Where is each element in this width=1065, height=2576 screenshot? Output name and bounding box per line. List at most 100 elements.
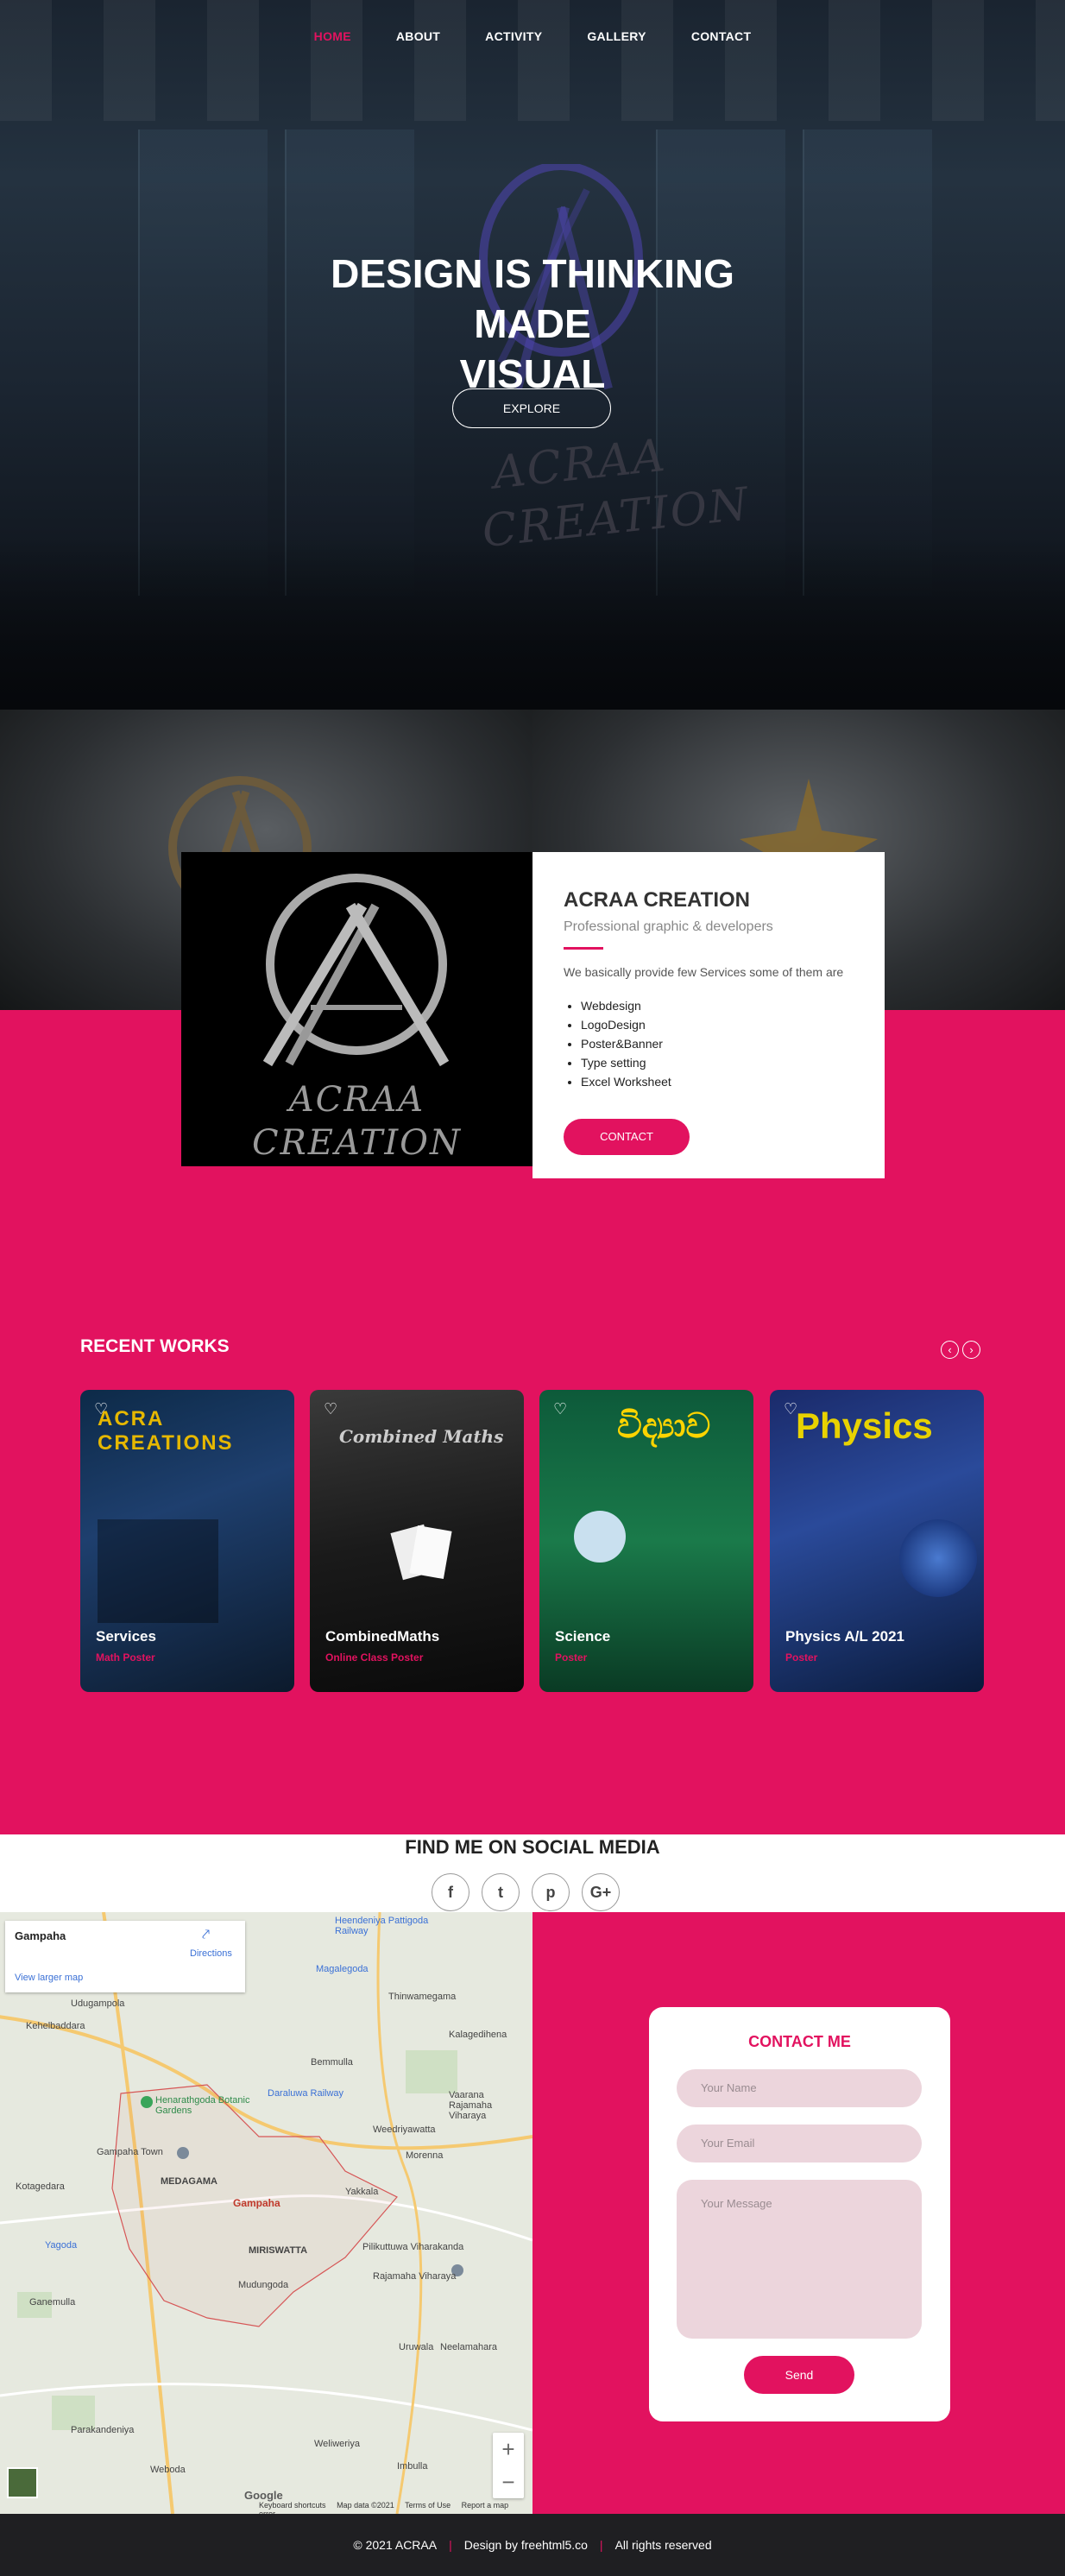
map-footer-link[interactable]: Terms of Use [405,2501,451,2510]
heart-icon[interactable]: ♡ [324,1400,337,1418]
map-label: Weedriyawatta [373,2125,436,2135]
about-divider [564,947,603,950]
hero-floor-shadow [0,537,1065,710]
map-place-name: Gampaha [15,1929,66,1942]
heart-icon[interactable]: ♡ [784,1400,797,1418]
email-field[interactable]: Your Email [677,2125,922,2162]
about-contact-button[interactable]: CONTACT [564,1119,690,1155]
footer-copyright: © 2021 ACRAA [353,2538,438,2552]
poster-heading: විද්‍යාව [617,1407,711,1445]
map-label: Vaarana Rajamaha Viharaya [449,2090,493,2121]
poster-heading: ACRA CREATIONS [98,1407,234,1455]
map-label: MIRISWATTA [249,2245,308,2256]
map-label: Thinwamegama [388,1992,457,2002]
nav-item-home[interactable]: HOME [292,29,374,43]
contact-title: CONTACT ME [748,2033,851,2050]
list-item: Webdesign [581,996,854,1015]
send-button[interactable]: Send [744,2356,854,2394]
map-embed[interactable]: Udugampola Kehelbaddara Bemmulla Thinwam… [0,1912,532,2514]
about-subtitle: Professional graphic & developers [564,919,773,934]
work-card[interactable]: Combined Maths ♡ CombinedMaths Online Cl… [310,1390,524,1692]
map-footer-link[interactable]: Keyboard shortcuts [259,2501,326,2510]
poster-heading: Physics [796,1405,933,1446]
directions-link[interactable]: Directions [190,1948,232,1959]
zoom-in-button[interactable]: + [493,2433,524,2466]
about-intro: We basically provide few Services some o… [564,965,844,979]
poster-figure [574,1511,626,1563]
hero-title-line1: DESIGN IS THINKING MADE [331,251,734,346]
poster-heading: Combined Maths [339,1426,504,1447]
playing-cards-icon [390,1524,452,1581]
map-label: Imbulla [397,2461,428,2472]
about-card: ACRAA CREATION Professional graphic & de… [532,852,885,1178]
nav-item-gallery[interactable]: GALLERY [564,29,668,43]
message-field[interactable]: Your Message [677,2180,922,2339]
map-label: Morenna [406,2150,444,2161]
map-label: Mudungoda [238,2280,289,2290]
map-zoom-control: + − [493,2433,524,2498]
explore-button[interactable]: EXPLORE [452,388,611,428]
satellite-toggle[interactable] [7,2467,38,2498]
contact-form: CONTACT ME Your Name Your Email Your Mes… [649,2007,950,2421]
map-label: Yagoda [45,2240,78,2251]
work-card-subtitle: Poster [555,1651,588,1664]
map-label: Magalegoda [316,1964,369,1974]
work-card[interactable]: ACRA CREATIONS ♡ Services Math Poster [80,1390,294,1692]
map-label: Kotagedara [16,2181,65,2192]
directions-icon[interactable]: ⤤ [202,1928,210,1943]
work-card[interactable]: විද්‍යාව ♡ Science Poster [539,1390,753,1692]
works-carousel-nav: ‹ › [941,1341,980,1359]
nav-item-about[interactable]: ABOUT [374,29,463,43]
social-title: FIND ME ON SOCIAL MEDIA [405,1836,660,1858]
site-footer: © 2021 ACRAA | Design by freehtml5.co | All … [0,2514,1065,2576]
work-card-title: Physics A/L 2021 [785,1628,904,1645]
map-label: Yakkala [345,2187,379,2197]
hero-title: DESIGN IS THINKING MADE VISUAL [274,249,791,399]
footer-credit[interactable]: Design by freehtml5.co [464,2538,588,2552]
name-field[interactable]: Your Name [677,2069,922,2107]
work-card-title: CombinedMaths [325,1628,440,1645]
work-card-title: Science [555,1628,611,1645]
map-label: Henarathgoda Botanic Gardens [155,2095,250,2116]
work-card-subtitle: Online Class Poster [325,1651,424,1664]
pinterest-icon[interactable]: p [532,1873,570,1911]
services-list: Webdesign LogoDesign Poster&Banner Type … [581,996,854,1091]
heart-icon[interactable]: ♡ [94,1400,108,1418]
heart-icon[interactable]: ♡ [553,1400,567,1418]
nav-item-contact[interactable]: CONTACT [669,29,774,43]
chevron-left-icon[interactable]: ‹ [941,1341,959,1359]
map-label: Bemmulla [311,2057,353,2068]
poster-panel [98,1519,218,1623]
work-card[interactable]: Physics ♡ Physics A/L 2021 Poster [770,1390,984,1692]
map-label: Parakandeniya [71,2425,135,2435]
google-plus-icon[interactable]: G+ [582,1873,620,1911]
hero-glass-panel [138,129,268,596]
work-card-subtitle: Math Poster [96,1651,155,1664]
map-label: Heendeniya Pattigoda Railway [335,1916,429,1936]
view-larger-map-link[interactable]: View larger map [15,1973,83,1983]
hero-glass-panel [803,129,932,596]
map-label: Daraluwa Railway [268,2088,344,2099]
zoom-out-button[interactable]: − [493,2466,524,2498]
map-label: Weboda [150,2465,186,2475]
footer-rights: All rights reserved [614,2538,712,2552]
map-footer-text: Map data ©2021 [337,2501,394,2510]
map-label: Pilikuttuwa Viharakanda [362,2242,464,2252]
footer-separator: | [449,2538,452,2552]
social-icons: f t p G+ [432,1873,620,1911]
about-logo-image: ACRAA CREATION [181,852,532,1166]
map-label: Uruwala [399,2342,434,2352]
map-label: Gampaha [233,2197,280,2209]
map-label: Ganemulla [29,2297,76,2308]
map-label: MEDAGAMA [161,2176,217,2187]
chevron-right-icon[interactable]: › [962,1341,980,1359]
about-logo-text: ACRAA CREATION [252,1080,462,1163]
nav-item-activity[interactable]: ACTIVITY [463,29,564,43]
twitter-icon[interactable]: t [482,1873,520,1911]
facebook-icon[interactable]: f [432,1873,469,1911]
work-card-subtitle: Poster [785,1651,818,1664]
hero-ceiling-decor [0,0,1065,121]
recent-works-title: RECENT WORKS [80,1336,230,1356]
list-item: Poster&Banner [581,1034,854,1053]
map-label: Kehelbaddara [26,2021,85,2031]
